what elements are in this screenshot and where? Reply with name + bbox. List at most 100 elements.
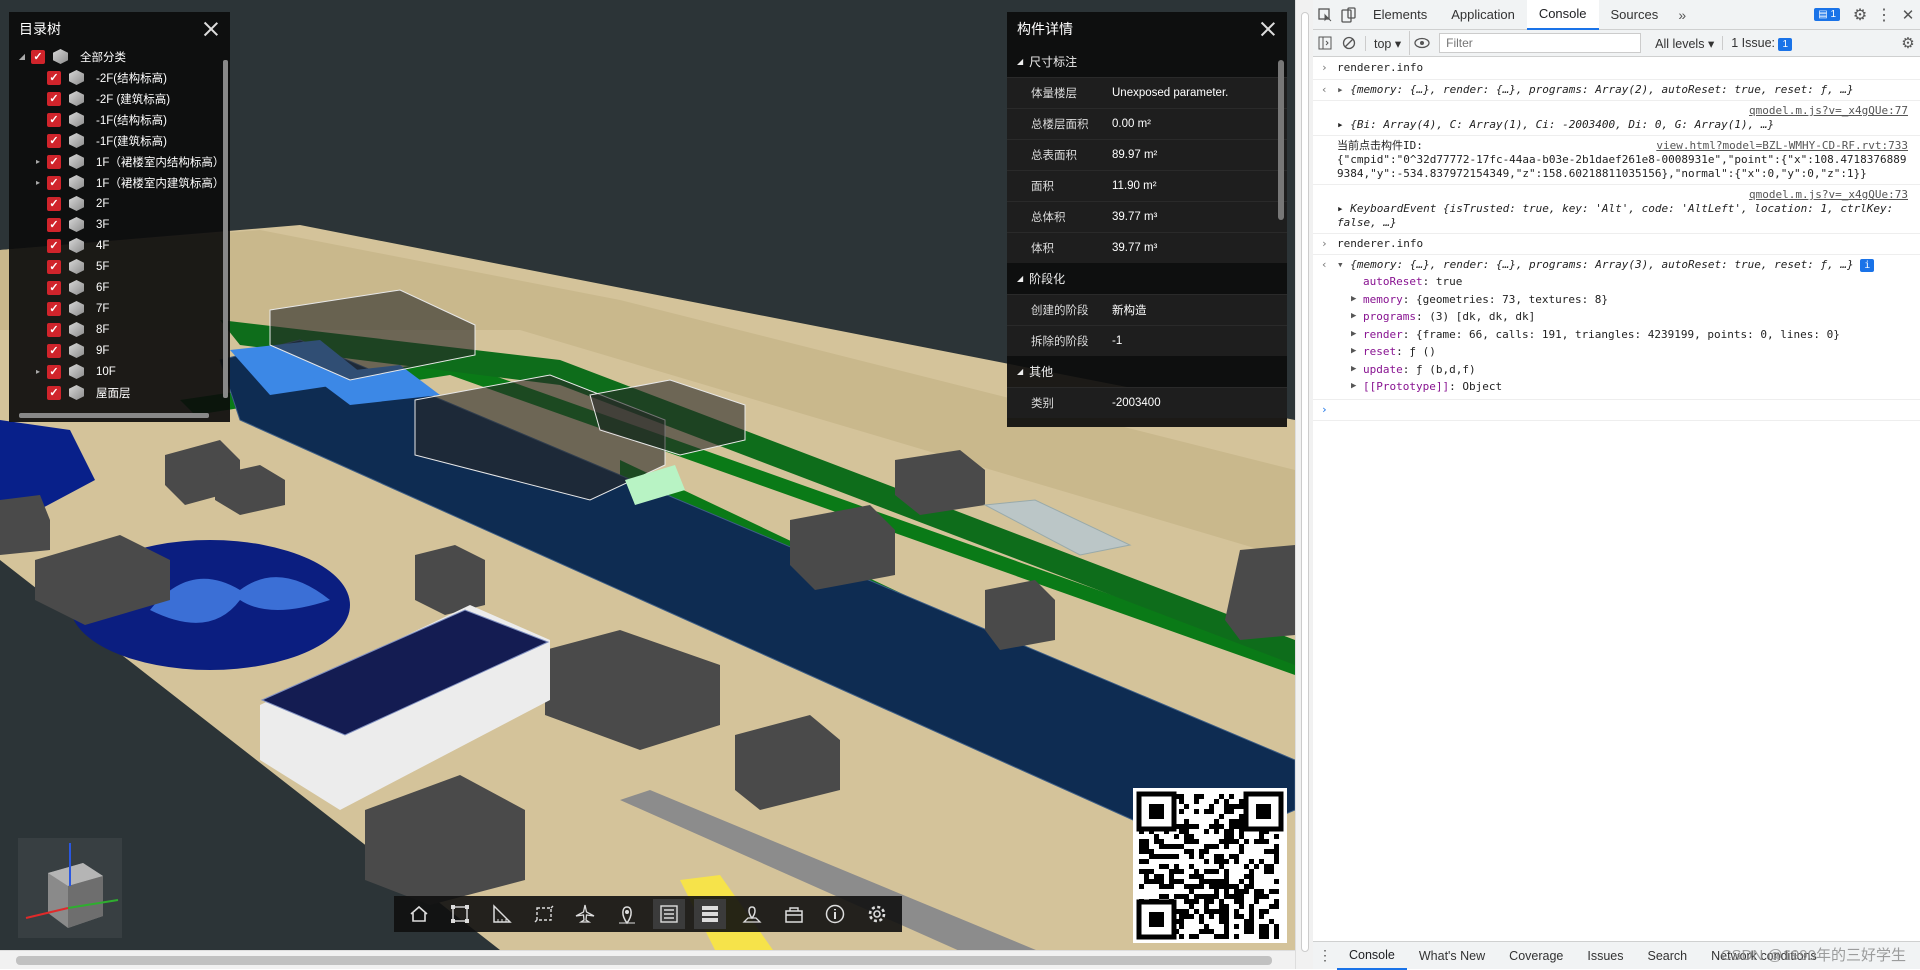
console-log[interactable]: qmodel.m.js?v=_x4gQUe:77 ▸ {Bi: Array(4),…: [1313, 101, 1920, 136]
console-prompt[interactable]: ›: [1313, 398, 1920, 421]
model-tree-icon[interactable]: [652, 899, 685, 929]
source-link[interactable]: qmodel.m.js?v=_x4gQUe:77: [1749, 104, 1908, 118]
tree-item[interactable]: ✓ -1F(建筑标高): [9, 130, 230, 151]
tree-item[interactable]: ✓ 6F: [9, 277, 230, 298]
checkbox[interactable]: ✓: [47, 196, 61, 211]
messages-badge[interactable]: ▤ 1: [1814, 8, 1840, 21]
home-icon[interactable]: [403, 899, 435, 929]
drawer-menu-icon[interactable]: ⋮: [1313, 944, 1337, 968]
issues-button[interactable]: 1 Issue: 1: [1722, 36, 1800, 51]
checkbox[interactable]: ✓: [47, 301, 61, 316]
object-property[interactable]: ▶ memory: {geometries: 73, textures: 8}: [1337, 291, 1908, 309]
tree-item[interactable]: ▸ ✓ 1F（裙楼室内结构标高）: [9, 151, 230, 172]
bim-viewer-canvas[interactable]: 目录树 ◢ ✓ 全部分类 ✓ -2F(结构标高) ✓ -2F (建筑标高) ✓ -1F(结构标高…: [0, 0, 1295, 950]
console-result[interactable]: ‹ ▸ {memory: {…}, render: {…}, programs: …: [1313, 80, 1920, 101]
clear-console-icon[interactable]: [1337, 31, 1361, 55]
section-box-icon[interactable]: [528, 899, 560, 929]
checkbox[interactable]: ✓: [47, 238, 61, 253]
tree-item[interactable]: ◢ ✓ 全部分类: [9, 46, 230, 67]
checkbox[interactable]: ✓: [47, 343, 61, 358]
drawer-tab-issues[interactable]: Issues: [1575, 942, 1635, 970]
tree-item[interactable]: ✓ -2F (建筑标高): [9, 88, 230, 109]
checkbox[interactable]: ✓: [31, 49, 45, 64]
device-toolbar-icon[interactable]: [1337, 3, 1361, 27]
sidebar-toggle-icon[interactable]: [1313, 31, 1337, 55]
map-marker-icon[interactable]: [736, 899, 768, 929]
tree-item[interactable]: ✓ 7F: [9, 298, 230, 319]
view-cube[interactable]: [18, 838, 122, 938]
tab-application[interactable]: Application: [1439, 0, 1527, 30]
tab-elements[interactable]: Elements: [1361, 0, 1439, 30]
tree-horizontal-scrollbar[interactable]: [19, 413, 209, 418]
object-property[interactable]: ▶ update: ƒ (b,d,f): [1337, 361, 1908, 379]
context-select[interactable]: top ▾: [1365, 35, 1409, 51]
kebab-menu-icon[interactable]: ⋮: [1872, 3, 1896, 27]
close-icon[interactable]: [1259, 20, 1277, 38]
tree-item[interactable]: ✓ -1F(结构标高): [9, 109, 230, 130]
props-section-header[interactable]: ◢ 阶段化: [1007, 263, 1287, 294]
live-expression-eye-icon[interactable]: [1409, 31, 1433, 55]
inspect-element-icon[interactable]: [1313, 3, 1337, 27]
expand-arrow-icon[interactable]: ◢: [17, 52, 27, 61]
info-icon[interactable]: [819, 899, 851, 929]
console-log[interactable]: qmodel.m.js?v=_x4gQUe:73 ▸ KeyboardEvent …: [1313, 185, 1920, 234]
tree-item[interactable]: ✓ 5F: [9, 256, 230, 277]
log-levels-select[interactable]: All levels ▾: [1647, 36, 1722, 51]
drawer-tab-whats-new[interactable]: What's New: [1407, 942, 1497, 970]
tree-item[interactable]: ✓ 4F: [9, 235, 230, 256]
checkbox[interactable]: ✓: [47, 91, 61, 106]
object-property[interactable]: ▶ reset: ƒ (): [1337, 343, 1908, 361]
tab-console[interactable]: Console: [1526, 0, 1599, 30]
checkbox[interactable]: ✓: [47, 259, 61, 274]
checkbox[interactable]: ✓: [47, 385, 61, 400]
toolbox-icon[interactable]: [778, 899, 810, 929]
checkbox[interactable]: ✓: [47, 154, 61, 169]
tree-item[interactable]: ▸ ✓ 10F: [9, 361, 230, 382]
tree-item[interactable]: ▸ ✓ 1F（裙楼室内建筑标高）: [9, 172, 230, 193]
checkbox[interactable]: ✓: [47, 133, 61, 148]
tab-sources[interactable]: Sources: [1599, 0, 1671, 30]
tree-item[interactable]: ✓ 8F: [9, 319, 230, 340]
collapse-arrow-icon[interactable]: ◢: [1017, 367, 1023, 376]
measure-icon[interactable]: [486, 899, 518, 929]
tree-item[interactable]: ✓ 屋面层: [9, 382, 230, 403]
checkbox[interactable]: ✓: [47, 70, 61, 85]
location-pin-icon[interactable]: [611, 899, 643, 929]
source-link[interactable]: qmodel.m.js?v=_x4gQUe:73: [1749, 188, 1908, 202]
checkbox[interactable]: ✓: [47, 217, 61, 232]
source-link[interactable]: view.html?model=BZL-WMHY-CD-RF.rvt:733: [1656, 139, 1908, 153]
settings-gear-icon[interactable]: ⚙: [1848, 3, 1872, 27]
drawer-tab-coverage[interactable]: Coverage: [1497, 942, 1575, 970]
console-settings-icon[interactable]: ⚙: [1896, 31, 1920, 55]
close-devtools-icon[interactable]: ✕: [1896, 3, 1920, 27]
page-horizontal-scrollbar[interactable]: [0, 950, 1295, 969]
properties-icon[interactable]: [694, 899, 727, 929]
tree-vertical-scrollbar[interactable]: [223, 60, 228, 398]
page-vertical-scrollbar[interactable]: [1295, 0, 1313, 969]
collapse-arrow-icon[interactable]: ◢: [1017, 57, 1023, 66]
checkbox[interactable]: ✓: [47, 112, 61, 127]
props-scrollbar[interactable]: [1278, 60, 1284, 220]
roam-plane-icon[interactable]: [569, 899, 601, 929]
console-filter-input[interactable]: [1439, 33, 1642, 53]
tree-item[interactable]: ✓ 2F: [9, 193, 230, 214]
tree-item[interactable]: ✓ 3F: [9, 214, 230, 235]
tree-item[interactable]: ✓ 9F: [9, 340, 230, 361]
object-property[interactable]: ▶ render: {frame: 66, calls: 191, triangl…: [1337, 326, 1908, 344]
tree-item[interactable]: ✓ -2F(结构标高): [9, 67, 230, 88]
close-icon[interactable]: [202, 20, 220, 38]
checkbox[interactable]: ✓: [47, 280, 61, 295]
more-tabs-icon[interactable]: »: [1670, 3, 1694, 27]
object-property[interactable]: ▶ programs: (3) [dk, dk, dk]: [1337, 308, 1908, 326]
object-property[interactable]: ▶ [[Prototype]]: Object: [1337, 378, 1908, 396]
expand-arrow-icon[interactable]: ▸: [33, 157, 43, 166]
console-result-expanded[interactable]: ‹ ▾ {memory: {…}, render: {…}, programs: …: [1313, 255, 1920, 399]
drawer-tab-console[interactable]: Console: [1337, 942, 1407, 970]
checkbox[interactable]: ✓: [47, 364, 61, 379]
props-section-header[interactable]: ◢ 尺寸标注: [1007, 46, 1287, 77]
checkbox[interactable]: ✓: [47, 175, 61, 190]
expand-arrow-icon[interactable]: ▸: [33, 367, 43, 376]
expand-arrow-icon[interactable]: ▸: [33, 178, 43, 187]
drawer-tab-search[interactable]: Search: [1636, 942, 1700, 970]
settings-icon[interactable]: [861, 899, 893, 929]
